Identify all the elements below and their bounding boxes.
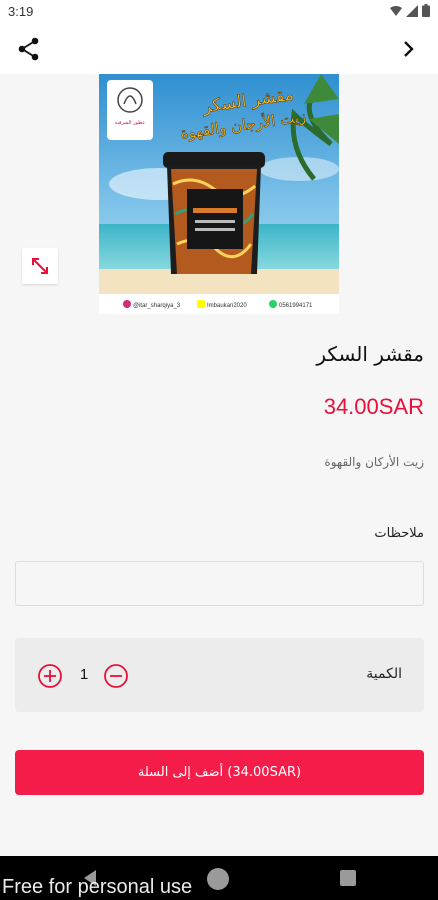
chevron-right-icon	[404, 41, 414, 57]
watermark-text: Free for personal use	[2, 876, 193, 898]
share-button[interactable]	[14, 36, 44, 62]
battery-icon	[422, 4, 430, 17]
add-to-cart-button[interactable]: أضف إلى السلة (34.00SAR)	[15, 750, 424, 795]
status-time: 3:19	[8, 4, 34, 19]
product-content: عطور الشرقية مقشر السكر زيت الأرجان والق…	[0, 74, 438, 856]
plus-circle-icon	[38, 664, 62, 688]
next-button[interactable]	[396, 36, 422, 62]
notes-label: ملاحظات	[374, 526, 424, 541]
product-description: زيت الأركان والقهوة	[324, 455, 424, 469]
status-icons	[390, 4, 430, 17]
product-image[interactable]: عطور الشرقية مقشر السكر زيت الأرجان والق…	[99, 74, 339, 314]
minus-circle-icon	[104, 664, 128, 688]
home-icon[interactable]	[207, 868, 229, 890]
snapchat-handle: Imbaukan2020	[207, 303, 247, 309]
product-price: 34.00SAR	[323, 394, 424, 419]
quantity-stepper: الكمية 1	[15, 638, 424, 712]
wifi-icon	[390, 5, 402, 16]
quantity-decrease-button[interactable]	[103, 663, 129, 689]
expand-icon	[32, 258, 48, 274]
expand-image-button[interactable]	[22, 248, 58, 284]
app-bar	[0, 24, 438, 74]
quantity-value: 1	[79, 666, 89, 683]
whatsapp-number: 0561994171	[279, 303, 313, 309]
logo-text: عطور الشرقية	[115, 120, 145, 126]
recent-apps-icon[interactable]	[340, 870, 356, 886]
quantity-increase-button[interactable]	[37, 663, 63, 689]
notes-input[interactable]	[15, 561, 424, 606]
system-nav-bar: Free for personal use	[0, 856, 438, 900]
status-bar: 3:19	[0, 0, 438, 24]
share-icon	[18, 37, 39, 61]
quantity-label: الكمية	[366, 666, 402, 682]
signal-icon	[406, 4, 418, 17]
product-title: مقشر السكر	[316, 342, 424, 366]
instagram-handle: @itar_sharqiya_3	[133, 303, 181, 309]
product-photo: عطور الشرقية مقشر السكر زيت الأرجان والق…	[99, 74, 339, 314]
